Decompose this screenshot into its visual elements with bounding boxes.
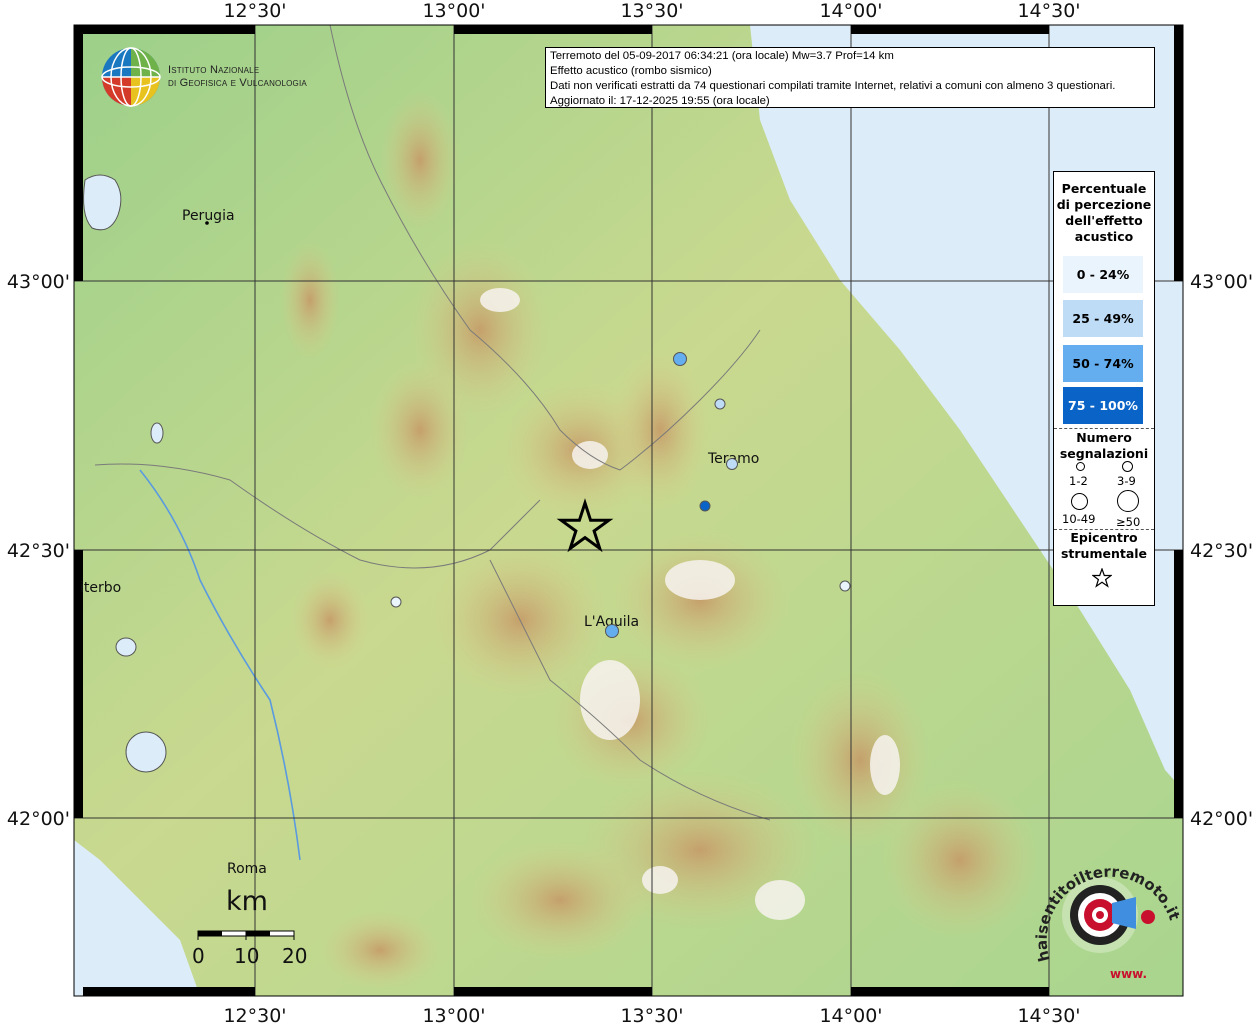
tick-label: 13°00' (422, 0, 485, 22)
tick-label: 43°00' (7, 271, 70, 293)
tick-label: 42°30' (7, 540, 70, 562)
axis-labels-bottom: 12°30' 13°00' 13°30' 14°00' 14°30' (223, 1005, 1080, 1024)
legend-title: Percentuale di percezione dell'effetto a… (1056, 181, 1152, 244)
map-terrain (74, 25, 1183, 996)
count-title: Numero segnalazioni (1059, 430, 1149, 461)
city-perugia: Perugia (182, 208, 235, 224)
lake-bolsena (125, 731, 167, 773)
scale-tick: 10 (234, 944, 260, 968)
event-line: Terremoto del 05-09-2017 06:34:21 (ora l… (550, 50, 894, 62)
count-circle-medium (1122, 461, 1133, 472)
city-viterbo: iterbo (80, 580, 121, 596)
tick-label: 43°00' (1190, 271, 1253, 293)
tick-label: 14°00' (819, 1005, 882, 1024)
scale-tick: 20 (282, 944, 308, 968)
scale-unit: km (226, 886, 268, 917)
tick-label: 14°30' (1017, 1005, 1080, 1024)
tick-label: 13°00' (422, 1005, 485, 1024)
legend-class-3: 75 - 100% (1063, 387, 1143, 424)
epicenter-title: Epicentro strumentale (1060, 530, 1148, 561)
data-note-line: Dati non verificati estratti da 74 quest… (550, 80, 1116, 92)
event-info-box: Terremoto del 05-09-2017 06:34:21 (ora l… (545, 47, 1155, 108)
watermark-url: www. (1110, 967, 1147, 981)
legend-class-0: 0 - 24% (1063, 256, 1143, 293)
report-point (605, 624, 619, 638)
tick-label: 12°30' (223, 0, 286, 22)
tick-label: 42°30' (1190, 540, 1253, 562)
axis-labels-top: 12°30' 13°00' 13°30' 14°00' 14°30' (223, 0, 1080, 22)
effect-line: Effetto acustico (rombo sismico) (550, 65, 712, 77)
tick-label: 12°30' (223, 1005, 286, 1024)
tick-label: 14°00' (819, 0, 882, 22)
updated-line: Aggiornato il: 17-12-2025 19:55 (ora loc… (550, 95, 770, 107)
lake-piediluco (150, 422, 164, 444)
axis-labels-right: 43°00' 42°30' 42°00' (1190, 271, 1253, 830)
report-point (699, 500, 711, 512)
star-icon (1092, 568, 1112, 588)
count-label: 3-9 (1117, 474, 1136, 488)
city-roma: Roma (227, 861, 267, 877)
tick-label: 42°00' (7, 808, 70, 830)
legend-class-1: 25 - 49% (1063, 300, 1143, 337)
svg-text:haisentitoilterremoto.it: haisentitoilterremoto.it (1033, 863, 1184, 964)
count-circle-xlarge (1117, 490, 1139, 512)
institute-line2: di Geofisica e Vulcanologia (168, 77, 307, 89)
legend-class-2: 50 - 74% (1063, 345, 1143, 382)
watermark-text: haisentitoilterremoto.it (1033, 863, 1184, 964)
tick-label: 42°00' (1190, 808, 1253, 830)
count-label: 10-49 (1062, 512, 1096, 526)
tick-label: 13°30' (620, 1005, 683, 1024)
ingv-logo: Istituto Nazionale di Geofisica e Vulcan… (100, 46, 330, 110)
legend: Percentuale di percezione dell'effetto a… (1053, 171, 1155, 606)
haisentito-watermark: haisentitoilterremoto.it www. (1033, 863, 1184, 981)
report-point (839, 580, 851, 592)
count-label: 1-2 (1069, 474, 1088, 488)
tick-label: 13°30' (620, 0, 683, 22)
count-circle-small (1076, 462, 1085, 471)
report-point (673, 352, 687, 366)
lake-vico (115, 637, 137, 657)
count-label: ≥50 (1116, 515, 1141, 529)
institute-line1: Istituto Nazionale (168, 64, 260, 76)
scale-tick: 0 (192, 944, 205, 968)
count-circle-large (1071, 493, 1088, 510)
report-point (726, 458, 738, 470)
axis-labels-left: 43°00' 42°30' 42°00' (7, 271, 70, 830)
report-point (714, 398, 726, 410)
tick-label: 14°30' (1017, 0, 1080, 22)
globe-icon (101, 47, 161, 107)
report-point (390, 596, 402, 608)
